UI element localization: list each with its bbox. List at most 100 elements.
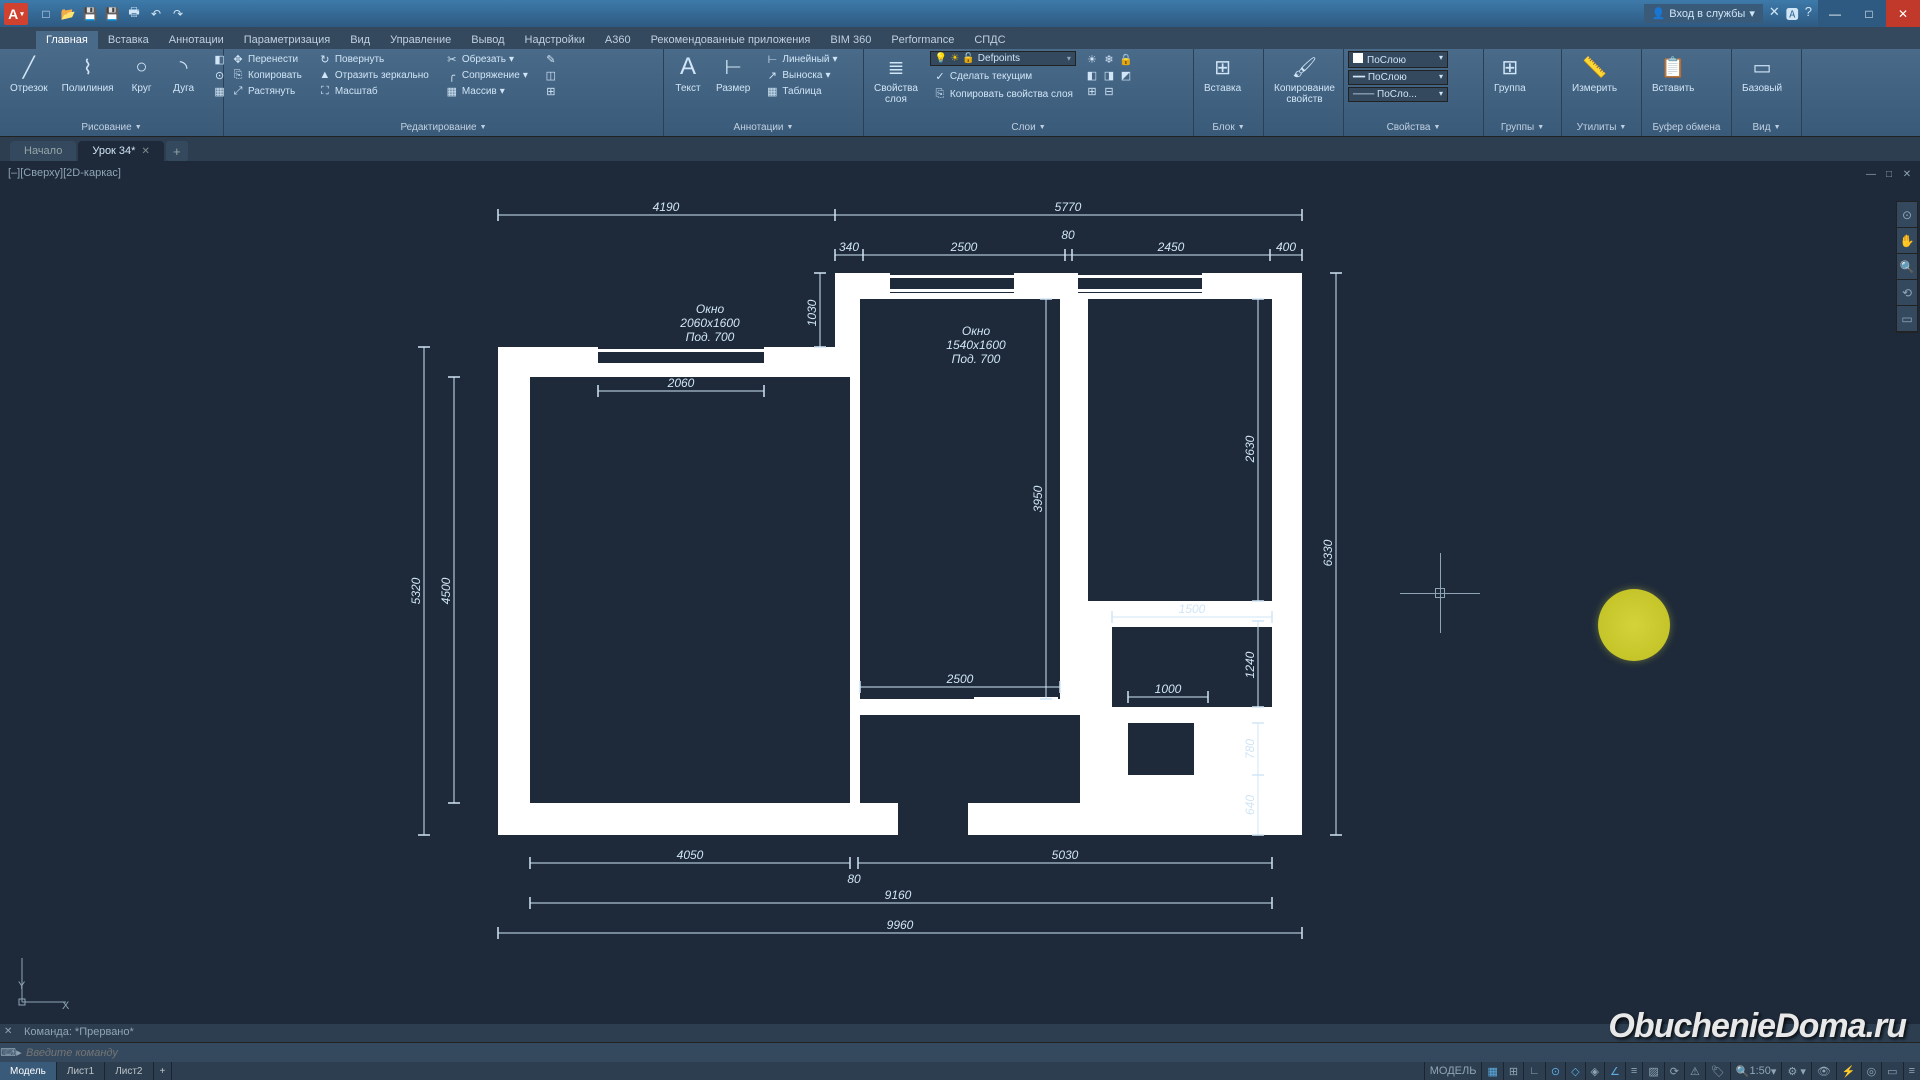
qat-new-icon[interactable]: □	[36, 4, 56, 24]
panel-layers-label[interactable]: Слои▼	[868, 118, 1189, 136]
panel-annot-label[interactable]: Аннотации▼	[668, 118, 859, 136]
cmd-prompt-icon[interactable]: ⌨▸	[0, 1043, 22, 1063]
layer-ex2[interactable]: ◧◨◩	[1082, 67, 1136, 83]
tab-spds[interactable]: СПДС	[964, 31, 1015, 49]
model-space-button[interactable]: МОДЕЛЬ	[1424, 1062, 1482, 1080]
nav-zoom-icon[interactable]: 🔍	[1897, 254, 1917, 280]
exchange-icon[interactable]: ✕	[1769, 4, 1780, 23]
mirror-button[interactable]: ▲Отразить зеркально	[315, 67, 432, 83]
vp-close-icon[interactable]: ✕	[1900, 167, 1914, 181]
layerprops-button[interactable]: ≣Свойства слоя	[868, 51, 924, 107]
text-button[interactable]: AТекст	[668, 51, 708, 96]
leader-button[interactable]: ↗Выноска ▾	[762, 67, 840, 83]
ortho-toggle[interactable]: ∟	[1523, 1062, 1545, 1080]
panel-draw-label[interactable]: Рисование▼	[4, 118, 219, 136]
fillet-button[interactable]: ╭Сопряжение ▾	[442, 67, 531, 83]
line-button[interactable]: ╱Отрезок	[4, 51, 54, 96]
dimension-button[interactable]: ⊢Размер	[710, 51, 756, 96]
infocenter-icon[interactable]: 🅰	[1786, 4, 1799, 23]
tab-parametric[interactable]: Параметризация	[234, 31, 340, 49]
viewport-label[interactable]: [–][Сверху][2D-каркас]	[8, 167, 121, 179]
panel-groups-label[interactable]: Группы▼	[1488, 118, 1557, 136]
tab-insert[interactable]: Вставка	[98, 31, 159, 49]
trim-button[interactable]: ✂Обрезать ▾	[442, 51, 531, 67]
otrack-toggle[interactable]: ∠	[1604, 1062, 1625, 1080]
tab-manage[interactable]: Управление	[380, 31, 461, 49]
qat-redo-icon[interactable]: ↷	[168, 4, 188, 24]
color-dropdown[interactable]: ПоСлою	[1348, 51, 1448, 68]
copy-button[interactable]: ⎘Копировать	[228, 67, 305, 83]
add-sheet-button[interactable]: +	[154, 1062, 173, 1080]
qat-open-icon[interactable]: 📂	[58, 4, 78, 24]
tab-view[interactable]: Вид	[340, 31, 380, 49]
model-tab[interactable]: Модель	[0, 1062, 57, 1080]
window-minimize-button[interactable]: —	[1818, 0, 1852, 27]
annoscale-toggle[interactable]: 🏷	[1705, 1062, 1730, 1080]
linetype-dropdown[interactable]: ─── ПоСло...	[1348, 87, 1448, 102]
sheet2-tab[interactable]: Лист2	[105, 1062, 153, 1080]
command-input[interactable]	[22, 1047, 1920, 1059]
tab-a360[interactable]: A360	[595, 31, 641, 49]
close-tab-icon[interactable]: ✕	[141, 146, 149, 157]
cycling-toggle[interactable]: ⟳	[1664, 1062, 1684, 1080]
tab-addins[interactable]: Надстройки	[515, 31, 595, 49]
sheet1-tab[interactable]: Лист1	[57, 1062, 105, 1080]
viewport[interactable]: [–][Сверху][2D-каркас] — □ ✕ ⊙ ✋ 🔍 ⟲ ▭	[0, 161, 1920, 1024]
tab-featured[interactable]: Рекомендованные приложения	[641, 31, 821, 49]
rotate-button[interactable]: ↻Повернуть	[315, 51, 432, 67]
array-button[interactable]: ▦Массив ▾	[442, 83, 531, 99]
tab-output[interactable]: Вывод	[461, 31, 514, 49]
tab-active-file[interactable]: Урок 34*✕	[78, 141, 164, 161]
qat-undo-icon[interactable]: ↶	[146, 4, 166, 24]
cmd-close-icon[interactable]: ✕	[4, 1026, 12, 1037]
window-maximize-button[interactable]: □	[1852, 0, 1886, 27]
edit-ex1[interactable]: ✎	[541, 51, 561, 67]
tab-performance[interactable]: Performance	[881, 31, 964, 49]
scale-button[interactable]: 🔍 1:50 ▾	[1730, 1062, 1782, 1080]
isolate-toggle[interactable]: ◎	[1861, 1062, 1882, 1080]
scale-button[interactable]: ⛶Масштаб	[315, 83, 432, 99]
tab-bim360[interactable]: BIM 360	[820, 31, 881, 49]
cleanscreen-toggle[interactable]: ▭	[1881, 1062, 1902, 1080]
insertblock-button[interactable]: ⊞Вставка	[1198, 51, 1247, 96]
add-tab-button[interactable]: +	[166, 141, 188, 161]
help-icon[interactable]: ?	[1805, 4, 1812, 23]
makecurrent-button[interactable]: ✓Сделать текущим	[930, 68, 1076, 84]
nav-pan-icon[interactable]: ✋	[1897, 228, 1917, 254]
signin-button[interactable]: 👤 Вход в службы ▾	[1644, 4, 1763, 23]
tab-start[interactable]: Начало	[10, 141, 76, 161]
circle-button[interactable]: ○Круг	[122, 51, 162, 96]
nav-showmotion-icon[interactable]: ▭	[1897, 306, 1917, 332]
table-button[interactable]: ▦Таблица	[762, 83, 840, 99]
annovisibility-toggle[interactable]: 👁	[1811, 1062, 1836, 1080]
vp-maximize-icon[interactable]: □	[1882, 167, 1896, 181]
panel-block-label[interactable]: Блок▼	[1198, 118, 1259, 136]
paste-button[interactable]: 📋Вставить	[1646, 51, 1700, 96]
copylayerprops-button[interactable]: ⎘Копировать свойства слоя	[930, 86, 1076, 102]
hwacc-toggle[interactable]: ⚡	[1836, 1062, 1861, 1080]
lineweight-dropdown[interactable]: ━━ ПоСлою	[1348, 70, 1448, 85]
polyline-button[interactable]: ⌇Полилиния	[56, 51, 120, 96]
layer-dropdown[interactable]: 💡☀🔓Defpoints▾	[930, 51, 1076, 66]
measure-button[interactable]: 📏Измерить	[1566, 51, 1623, 96]
panel-props-label[interactable]: Свойства▼	[1348, 118, 1479, 136]
panel-view-label[interactable]: Вид▼	[1736, 118, 1797, 136]
edit-ex2[interactable]: ◫	[541, 67, 561, 83]
qat-saveas-icon[interactable]: 💾	[102, 4, 122, 24]
stretch-button[interactable]: ⤢Растянуть	[228, 83, 305, 99]
vp-minimize-icon[interactable]: —	[1864, 167, 1878, 181]
panel-util-label[interactable]: Утилиты▼	[1566, 118, 1637, 136]
baseview-button[interactable]: ▭Базовый	[1736, 51, 1788, 96]
grid-toggle[interactable]: ▦	[1481, 1062, 1502, 1080]
annomonitor-toggle[interactable]: ⚠	[1684, 1062, 1705, 1080]
linear-button[interactable]: ⊢Линейный ▾	[762, 51, 840, 67]
3dosnap-toggle[interactable]: ◈	[1585, 1062, 1604, 1080]
app-menu[interactable]: A	[4, 3, 28, 25]
lweight-toggle[interactable]: ≡	[1625, 1062, 1642, 1080]
edit-ex3[interactable]: ⊞	[541, 83, 561, 99]
tab-annotate[interactable]: Аннотации	[159, 31, 234, 49]
nav-wheel-icon[interactable]: ⊙	[1897, 202, 1917, 228]
arc-button[interactable]: ◝Дуга	[164, 51, 204, 96]
osnap-toggle[interactable]: ◇	[1565, 1062, 1584, 1080]
customize-button[interactable]: ≡	[1903, 1062, 1920, 1080]
